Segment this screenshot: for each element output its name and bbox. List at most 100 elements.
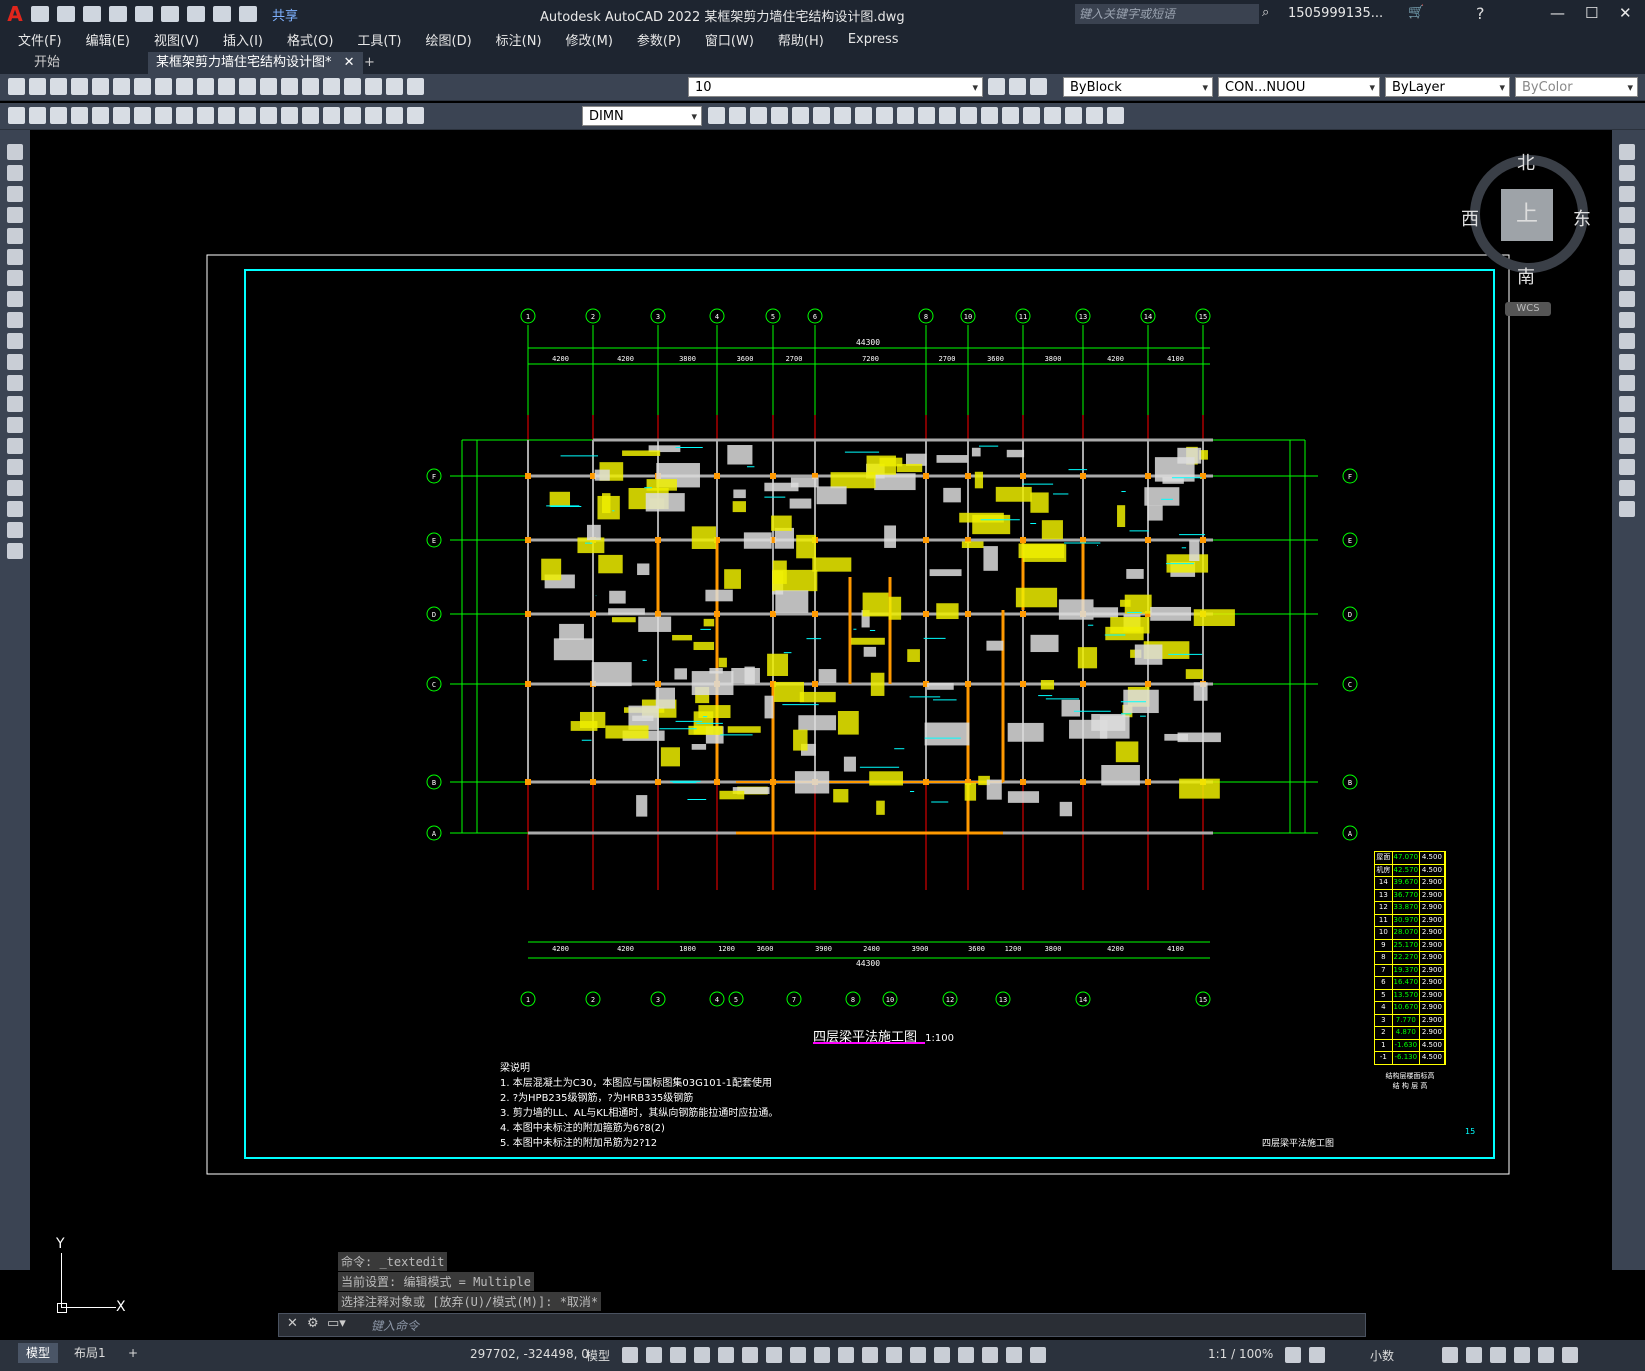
viewcube-west[interactable]: 西 [1461, 205, 1479, 231]
plot-icon[interactable] [71, 78, 88, 95]
zoom-window-icon[interactable] [302, 78, 319, 95]
array-icon[interactable] [813, 107, 830, 124]
coordinates-readout[interactable]: 297702, -324498, 0 [470, 1347, 589, 1361]
break-icon[interactable] [1619, 396, 1635, 412]
ortho-icon[interactable] [718, 1347, 734, 1363]
design-center-icon[interactable] [344, 78, 361, 95]
dynamic-ucs-icon[interactable] [934, 1347, 950, 1363]
dim-arc-icon[interactable] [50, 107, 67, 124]
isolate-objects-icon[interactable] [1490, 1347, 1506, 1363]
extend-icon[interactable] [1619, 354, 1635, 370]
mirror-icon[interactable] [1619, 186, 1635, 202]
dim-edit-icon[interactable] [365, 107, 382, 124]
layer-dropdown[interactable]: 10 [688, 77, 983, 98]
tab-drawing[interactable]: 某框架剪力墙住宅结构设计图* ✕ [148, 52, 363, 74]
autocad-logo-icon[interactable]: A [4, 2, 26, 26]
pan-icon[interactable] [260, 78, 277, 95]
gizmo-icon[interactable] [982, 1347, 998, 1363]
trim-icon[interactable] [897, 107, 914, 124]
dim-ordinate-icon[interactable] [71, 107, 88, 124]
menu-edit[interactable]: 编辑(E) [86, 30, 130, 49]
save-as-icon[interactable] [109, 6, 127, 22]
copy-icon[interactable] [155, 78, 172, 95]
new-icon[interactable] [8, 78, 25, 95]
user-account[interactable]: 1505999135... [1288, 6, 1383, 21]
save-icon[interactable] [50, 78, 67, 95]
model-space-toggle[interactable]: 模型 [586, 1347, 610, 1364]
graphics-performance-icon[interactable] [1514, 1347, 1530, 1363]
transparency-icon[interactable] [862, 1347, 878, 1363]
auto-scale-icon[interactable] [1030, 1347, 1046, 1363]
region-icon[interactable] [7, 480, 23, 496]
menu-tools[interactable]: 工具(T) [357, 30, 401, 49]
offset-icon[interactable] [1619, 207, 1635, 223]
menu-format[interactable]: 格式(O) [287, 30, 333, 49]
arc-icon[interactable] [7, 249, 23, 265]
polar-icon[interactable] [742, 1347, 758, 1363]
snap-icon[interactable] [646, 1347, 662, 1363]
spline-icon[interactable] [7, 312, 23, 328]
save-icon[interactable] [83, 6, 101, 22]
quick-properties-icon[interactable] [1442, 1347, 1458, 1363]
selection-filter-icon[interactable] [958, 1347, 974, 1363]
dimstyle-icon[interactable] [708, 107, 725, 124]
insert-icon[interactable] [1086, 107, 1103, 124]
units-dropdown[interactable]: 小数 [1370, 1347, 1394, 1364]
3d-osnap-icon[interactable] [910, 1347, 926, 1363]
viewcube-south[interactable]: 南 [1517, 263, 1535, 289]
help-icon[interactable] [386, 78, 403, 95]
layer-manager-icon[interactable] [407, 78, 424, 95]
search-input[interactable]: 键入关键字或短语 [1075, 4, 1259, 24]
tab-model[interactable]: 模型 [18, 1343, 59, 1363]
move-icon[interactable] [729, 107, 746, 124]
close-icon[interactable]: ✕ [1619, 4, 1632, 22]
polyline-icon[interactable] [7, 186, 23, 202]
close-command-icon[interactable]: ✕ [287, 1316, 298, 1331]
dim-update-icon[interactable] [407, 107, 424, 124]
dim-angular-icon[interactable] [155, 107, 172, 124]
hatch-icon[interactable] [7, 438, 23, 454]
ellipse-arc-icon[interactable] [7, 354, 23, 370]
scale-icon[interactable] [1619, 291, 1635, 307]
fillet-icon[interactable] [1619, 459, 1635, 475]
properties-icon[interactable] [323, 78, 340, 95]
stretch-icon[interactable] [1619, 312, 1635, 328]
workspace-icon[interactable] [1285, 1347, 1301, 1363]
tool-palette-icon[interactable] [365, 78, 382, 95]
jogged-linear-icon[interactable] [344, 107, 361, 124]
explode-icon[interactable] [1619, 501, 1635, 517]
web-icon[interactable] [135, 6, 153, 22]
tab-layout1[interactable]: 布局1 [66, 1343, 114, 1363]
trim-icon[interactable] [1619, 333, 1635, 349]
tolerance-icon[interactable] [281, 107, 298, 124]
linetype-dropdown[interactable]: CON...NUOU [1218, 77, 1380, 98]
customization-icon[interactable] [1562, 1347, 1578, 1363]
chamfer-icon[interactable] [981, 107, 998, 124]
mtext-icon[interactable] [7, 522, 23, 538]
point-icon[interactable] [7, 417, 23, 433]
table-icon[interactable] [7, 501, 23, 517]
undo-icon[interactable] [218, 78, 235, 95]
explode-icon[interactable] [1023, 107, 1040, 124]
grid-icon[interactable] [622, 1347, 638, 1363]
dim-diameter-icon[interactable] [134, 107, 151, 124]
mirror-icon[interactable] [771, 107, 788, 124]
tab-start[interactable]: 开始 [26, 52, 68, 74]
menu-view[interactable]: 视图(V) [154, 30, 199, 49]
color-dropdown[interactable]: ByBlock [1063, 77, 1213, 98]
lock-ui-icon[interactable] [1466, 1347, 1482, 1363]
viewcube-north[interactable]: 北 [1517, 149, 1535, 175]
viewcube-east[interactable]: 东 [1573, 205, 1591, 231]
dim-space-icon[interactable] [239, 107, 256, 124]
copy-obj-icon[interactable] [750, 107, 767, 124]
stretch-icon[interactable] [876, 107, 893, 124]
offset-icon[interactable] [792, 107, 809, 124]
revcloud-icon[interactable] [7, 291, 23, 307]
dynamic-input-icon[interactable] [694, 1347, 710, 1363]
move-icon[interactable] [1619, 249, 1635, 265]
isodraft-icon[interactable] [766, 1347, 782, 1363]
menu-parametric[interactable]: 参数(P) [637, 30, 681, 49]
viewcube[interactable]: 上 北 南 西 东 WCS [1461, 153, 1591, 316]
layer-previous-icon[interactable] [1009, 78, 1026, 95]
center-mark-icon[interactable] [302, 107, 319, 124]
